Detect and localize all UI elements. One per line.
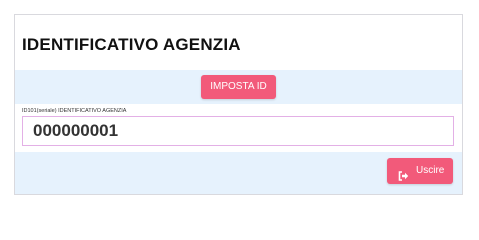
- sign-out-icon: [398, 166, 409, 181]
- exit-button[interactable]: Uscire: [387, 158, 453, 184]
- footer-bar: Uscire: [15, 152, 462, 194]
- agency-id-label: ID101(seriale) IDENTIFICATIVO AGENZIA: [22, 108, 127, 114]
- exit-button-label: Uscire: [416, 165, 445, 176]
- agency-id-panel: IDENTIFICATIVO AGENZIA IMPOSTA ID ID101(…: [14, 14, 463, 195]
- action-bar: IMPOSTA ID: [15, 70, 462, 104]
- agency-id-field-group: ID101(seriale) IDENTIFICATIVO AGENZIA: [15, 104, 462, 152]
- agency-id-input[interactable]: [22, 116, 454, 146]
- panel-header: IDENTIFICATIVO AGENZIA: [15, 15, 462, 70]
- panel-title: IDENTIFICATIVO AGENZIA: [22, 35, 241, 54]
- set-id-button[interactable]: IMPOSTA ID: [201, 75, 276, 99]
